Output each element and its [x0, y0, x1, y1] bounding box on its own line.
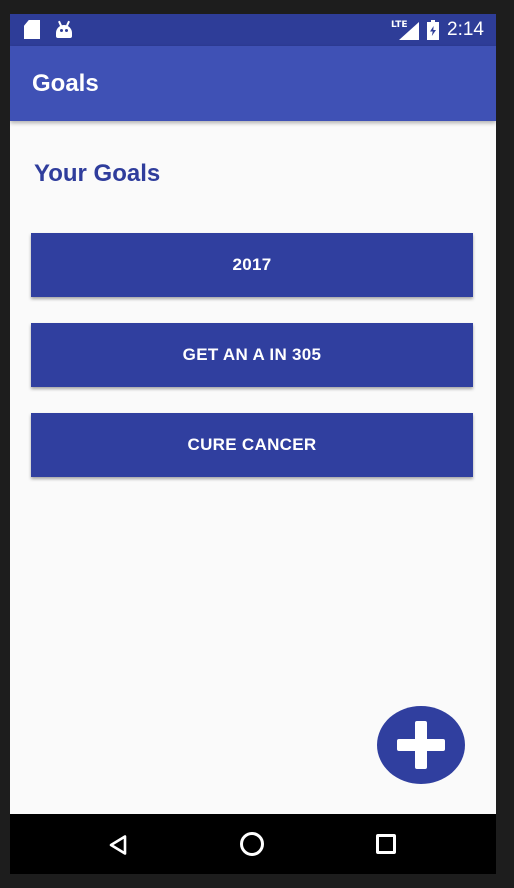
- app-bar: Goals: [10, 46, 496, 121]
- screen: LTE 2:14 Goals Your Goals 2017 GET AN A …: [10, 14, 496, 874]
- recent-apps-icon: [376, 834, 396, 854]
- notification-icons: [24, 20, 74, 39]
- goal-button-get-an-a[interactable]: GET AN A IN 305: [31, 323, 473, 387]
- home-button[interactable]: [222, 814, 282, 874]
- system-icons: LTE 2:14: [391, 19, 484, 41]
- back-icon: [109, 835, 127, 855]
- goal-button-2017[interactable]: 2017: [31, 233, 473, 297]
- battery-icon: [427, 20, 440, 40]
- recent-apps-button[interactable]: [356, 814, 416, 874]
- navigation-bar: [10, 814, 496, 874]
- section-title: Your Goals: [34, 160, 161, 187]
- back-button[interactable]: [88, 814, 148, 874]
- device-frame: LTE 2:14 Goals Your Goals 2017 GET AN A …: [0, 0, 514, 888]
- goal-button-cure-cancer[interactable]: CURE CANCER: [31, 413, 473, 477]
- app-title: Goals: [32, 70, 99, 97]
- signal-icon: LTE: [391, 20, 420, 40]
- status-bar: LTE 2:14: [10, 14, 496, 46]
- android-icon: [54, 20, 74, 39]
- clock: 2:14: [447, 19, 484, 40]
- home-icon: [240, 832, 264, 856]
- sd-card-icon: [24, 20, 40, 39]
- add-goal-button[interactable]: [377, 706, 465, 784]
